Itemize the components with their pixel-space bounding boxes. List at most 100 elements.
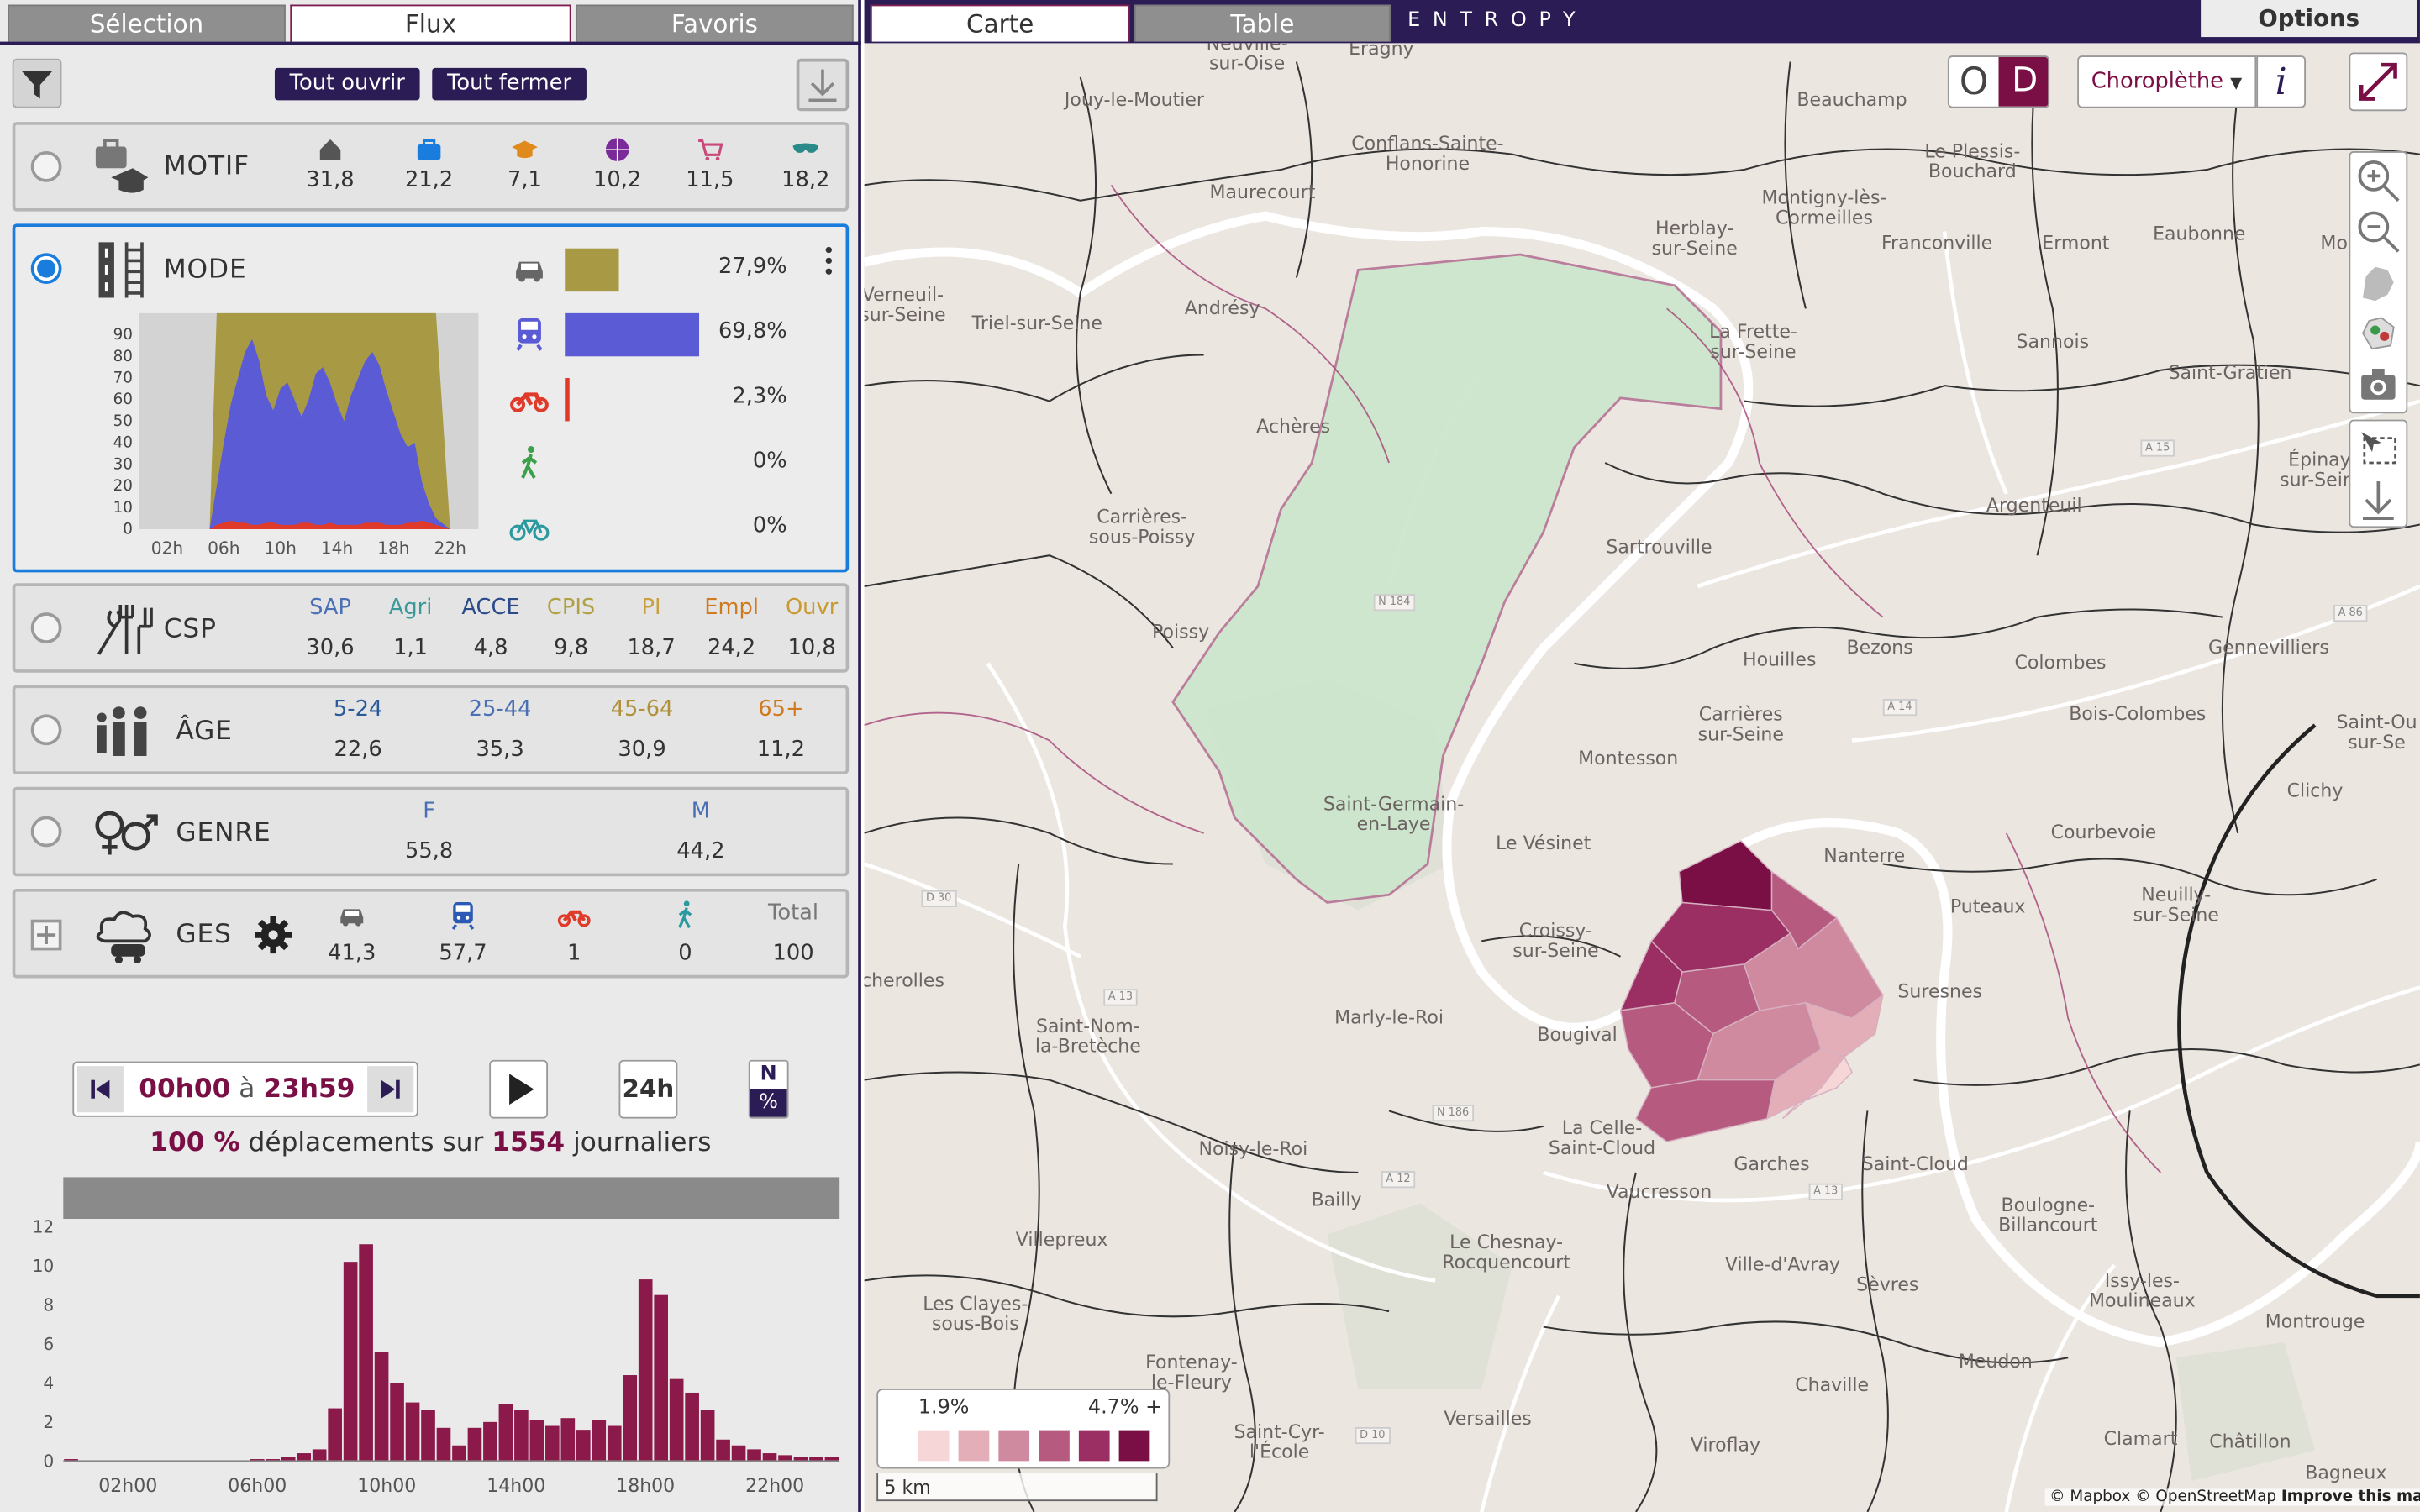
genre-cell: F 55,8 (383, 796, 476, 867)
hist-bar (592, 1420, 607, 1462)
camera-icon[interactable] (2354, 360, 2403, 409)
ges-value: 57,7 (439, 941, 487, 966)
age-radio[interactable] (30, 714, 62, 746)
train-icon (509, 313, 555, 356)
map-town-label: Houilles (1742, 648, 1817, 671)
play-button[interactable] (489, 1059, 549, 1119)
csp-value: 10,8 (787, 635, 836, 661)
hist-x-tick: 22h00 (745, 1476, 804, 1497)
tools-icon (90, 596, 158, 669)
origin-toggle[interactable]: O (1949, 57, 1999, 107)
map-town-label: La Frette-sur-Seine (1709, 321, 1797, 363)
improve-map-link[interactable]: Improve this map (2281, 1488, 2420, 1505)
ges-cell: 0 (639, 898, 731, 969)
legend-min: 1.9% (918, 1396, 970, 1420)
motif-cell: 10,2 (574, 134, 660, 196)
tab-table[interactable]: Table (1134, 4, 1391, 42)
y-tick-label: 90 (113, 326, 133, 344)
europe-map-icon[interactable] (2354, 258, 2403, 307)
zoom-out-icon[interactable] (2354, 207, 2403, 256)
motif-value: 11,5 (686, 168, 734, 193)
map-town-label: Argenteuil (1986, 494, 2082, 517)
open-all-button[interactable]: Tout ouvrir (274, 67, 420, 101)
settings-gear-icon[interactable] (253, 915, 293, 961)
age-cell: 65+ 11,2 (734, 695, 827, 765)
map-mode-value: Choroplèthe (2091, 69, 2223, 95)
area-select-icon[interactable] (2354, 424, 2403, 474)
expand-plus-icon[interactable] (30, 919, 62, 951)
age-header: 45-64 (610, 697, 674, 722)
map-town-label: Neuilly-sur-Seine (2133, 884, 2219, 927)
fullscreen-icon[interactable] (2349, 52, 2408, 112)
attribution-mapbox[interactable]: © Mapbox (2049, 1488, 2130, 1505)
hist-bar (374, 1352, 389, 1462)
mode-menu-icon[interactable] (818, 242, 839, 282)
options-button[interactable]: Options (2201, 0, 2417, 38)
filter-icon[interactable] (12, 58, 62, 108)
period-24h-button[interactable]: 24h (618, 1059, 678, 1119)
map-town-label: Poissy (1152, 621, 1210, 643)
od-toggle[interactable]: O D (1947, 55, 2050, 108)
map-town-label: Clichy (2286, 780, 2344, 802)
skip-back-icon[interactable] (76, 1066, 124, 1113)
ges-total-cell: Total 100 (747, 898, 839, 969)
y-tick-label: 20 (113, 477, 133, 495)
home-icon (287, 134, 374, 165)
x-tick-label: 02h (151, 538, 183, 558)
csp-radio[interactable] (30, 612, 62, 643)
hist-bar (654, 1294, 668, 1462)
tab-flux[interactable]: Flux (290, 4, 571, 42)
csp-cell: Ouvr 10,8 (765, 592, 858, 663)
x-tick-label: 10h (264, 538, 296, 558)
tab-carte[interactable]: Carte (870, 4, 1130, 42)
csp-cell: CPIS 9,8 (524, 592, 617, 663)
region-map-icon[interactable] (2354, 308, 2403, 358)
hist-bar (312, 1449, 327, 1462)
gender-icon (92, 806, 160, 867)
destination-choropleth[interactable] (1619, 840, 1884, 1142)
legend-swatch (1078, 1430, 1110, 1462)
age-value: 35,3 (476, 737, 524, 763)
genre-radio[interactable] (30, 816, 62, 848)
mode-radio[interactable] (30, 253, 62, 284)
destination-toggle[interactable]: D (1998, 56, 2049, 107)
hist-bar (498, 1404, 513, 1462)
legend-swatch (918, 1430, 950, 1462)
map-town-label: Saint-Gratien (2168, 361, 2292, 384)
age-value: 11,2 (756, 737, 805, 763)
map-town-label: Montesson (1578, 747, 1679, 769)
csp-panel: CSP SAP 30,6 Agri 1,1 ACCE 4,8 CPIS 9,8 PI 18,7 Em… (12, 583, 850, 673)
download-icon[interactable] (796, 58, 850, 112)
skip-forward-icon[interactable] (367, 1066, 414, 1113)
tab-selection[interactable]: Sélection (8, 4, 286, 42)
zoom-in-icon[interactable] (2354, 156, 2403, 206)
hist-bar (700, 1410, 715, 1462)
hist-y-tick: 0 (43, 1452, 54, 1472)
hist-y-tick: 10 (33, 1256, 55, 1276)
map[interactable]: Neuville-sur-Oise Eragny Jouy-le-Moutier Co… (864, 43, 2420, 1512)
map-mode-select[interactable]: Choroplèthe ▼ (2077, 55, 2257, 108)
time-range-text[interactable]: 00h00 à 23h59 (129, 1063, 364, 1115)
motif-radio[interactable] (30, 150, 62, 182)
age-panel: ÂGE 5-24 22,6 25-44 35,3 45-64 30,9 65+ 11,2 (12, 685, 850, 775)
road-label-d10: D 10 (1355, 1426, 1391, 1445)
road-label-a14: A 14 (1882, 699, 1918, 717)
unit-toggle-button[interactable]: N % (748, 1059, 789, 1119)
summary-count: 1554 (492, 1127, 566, 1159)
map-download-icon[interactable] (2354, 475, 2403, 525)
tab-favoris[interactable]: Favoris (576, 4, 854, 42)
close-all-button[interactable]: Tout fermer (432, 67, 587, 101)
hist-y-tick: 4 (43, 1373, 54, 1394)
map-town-label: Saint-Ou sur-Se (2336, 711, 2417, 753)
y-tick-label: 0 (123, 520, 133, 538)
tab-underline (0, 41, 861, 45)
hist-bar (731, 1445, 746, 1462)
hist-bar (297, 1453, 312, 1462)
hist-y-tick: 6 (43, 1334, 54, 1354)
hist-bar (669, 1378, 684, 1462)
info-button[interactable]: i (2256, 55, 2307, 108)
attribution-osm[interactable]: © OpenStreetMap (2135, 1488, 2276, 1505)
hist-bar (390, 1383, 404, 1462)
hist-bar (483, 1421, 497, 1462)
map-town-label: Sannois (2016, 330, 2090, 353)
